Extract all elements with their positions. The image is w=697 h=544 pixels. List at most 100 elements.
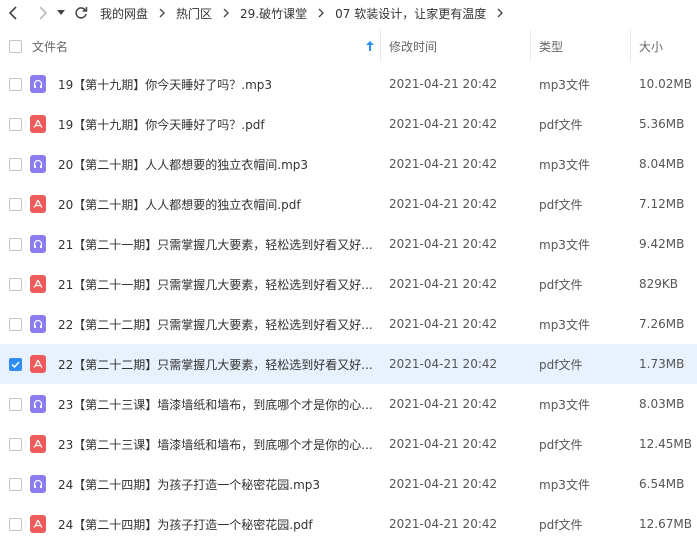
file-name-cell: 19【第十九期】你今天睡好了吗？.mp3 [30, 64, 380, 104]
file-row[interactable]: 24【第二十四期】为孩子打造一个秘密花园.mp3 2021-04-21 20:42… [0, 464, 697, 504]
select-all-checkbox[interactable] [8, 39, 22, 53]
column-header-time[interactable]: 修改时间 [380, 30, 530, 62]
pdf-file-icon [30, 515, 46, 533]
audio-file-icon [30, 235, 46, 253]
file-name[interactable]: 22【第二十二期】只需掌握几大要素，轻松选到好看又好... [58, 356, 373, 373]
breadcrumb-item[interactable]: 热门区 [174, 5, 214, 22]
pdf-file-icon [30, 115, 46, 133]
file-name-cell: 23【第二十三课】墙漆墙纸和墙布，到底哪个才是你的心... [30, 424, 380, 464]
file-name[interactable]: 21【第二十一期】只需掌握几大要素，轻松选到好看又好... [58, 236, 373, 253]
breadcrumb-item[interactable]: 29.破竹课堂 [238, 5, 309, 22]
pdf-file-icon [30, 195, 46, 213]
file-modified-time: 2021-04-21 20:42 [389, 197, 498, 211]
file-modified-time: 2021-04-21 20:42 [389, 77, 498, 91]
file-type: pdf文件 [539, 277, 583, 292]
file-row[interactable]: 19【第十九期】你今天睡好了吗？.pdf 2021-04-21 20:42 pdf文… [0, 104, 697, 144]
row-checkbox[interactable] [8, 197, 22, 211]
pdf-file-icon [30, 435, 46, 453]
back-button[interactable] [2, 2, 24, 24]
file-name-cell: 22【第二十二期】只需掌握几大要素，轻松选到好看又好... [30, 344, 380, 384]
file-row[interactable]: 23【第二十三课】墙漆墙纸和墙布，到底哪个才是你的心... 2021-04-21 … [0, 424, 697, 464]
file-name[interactable]: 21【第二十一期】只需掌握几大要素，轻松选到好看又好... [58, 276, 373, 293]
audio-file-icon [30, 75, 46, 93]
forward-button[interactable] [32, 2, 54, 24]
file-size: 6.54MB [639, 477, 685, 491]
column-header-type[interactable]: 类型 [530, 30, 630, 62]
file-modified-time: 2021-04-21 20:42 [389, 477, 498, 491]
file-type: mp3文件 [539, 397, 590, 412]
file-type: mp3文件 [539, 77, 590, 92]
row-checkbox-cell [0, 277, 30, 291]
file-name[interactable]: 19【第十九期】你今天睡好了吗？.pdf [58, 116, 265, 133]
file-row[interactable]: 20【第二十期】人人都想要的独立衣帽间.pdf 2021-04-21 20:42 p… [0, 184, 697, 224]
file-row[interactable]: 22【第二十二期】只需掌握几大要素，轻松选到好看又好... 2021-04-21 … [0, 344, 697, 384]
row-checkbox[interactable] [8, 117, 22, 131]
file-modified-time: 2021-04-21 20:42 [389, 117, 498, 131]
file-modified-time: 2021-04-21 20:42 [389, 157, 498, 171]
column-header-name[interactable]: 文件名 [30, 30, 380, 62]
file-name[interactable]: 24【第二十四期】为孩子打造一个秘密花园.pdf [58, 516, 313, 533]
file-row[interactable]: 23【第二十三课】墙漆墙纸和墙布，到底哪个才是你的心... 2021-04-21 … [0, 384, 697, 424]
row-checkbox-cell [0, 477, 30, 491]
audio-file-icon [30, 475, 46, 493]
row-checkbox-cell [0, 357, 30, 371]
row-checkbox[interactable] [8, 477, 22, 491]
file-size: 12.45MB [639, 437, 692, 451]
chevron-right-icon [223, 8, 229, 18]
chevron-right-icon [497, 8, 504, 18]
refresh-icon [75, 7, 88, 19]
file-modified-time: 2021-04-21 20:42 [389, 517, 498, 531]
file-name-cell: 24【第二十四期】为孩子打造一个秘密花园.pdf [30, 504, 380, 544]
file-name[interactable]: 20【第二十期】人人都想要的独立衣帽间.mp3 [58, 156, 308, 173]
audio-file-icon [30, 395, 46, 413]
file-row[interactable]: 24【第二十四期】为孩子打造一个秘密花园.pdf 2021-04-21 20:42… [0, 504, 697, 544]
file-row[interactable]: 22【第二十二期】只需掌握几大要素，轻松选到好看又好... 2021-04-21 … [0, 304, 697, 344]
table-header: 文件名 修改时间 类型 大小 [0, 30, 697, 62]
row-checkbox[interactable] [8, 157, 22, 171]
file-row[interactable]: 21【第二十一期】只需掌握几大要素，轻松选到好看又好... 2021-04-21 … [0, 224, 697, 264]
file-name[interactable]: 20【第二十期】人人都想要的独立衣帽间.pdf [58, 196, 301, 213]
file-modified-time: 2021-04-21 20:42 [389, 237, 498, 251]
row-checkbox[interactable] [8, 437, 22, 451]
column-header-size[interactable]: 大小 [630, 30, 697, 62]
pdf-file-icon [30, 355, 46, 373]
file-name[interactable]: 19【第十九期】你今天睡好了吗？.mp3 [58, 76, 272, 93]
select-all-cell [0, 39, 30, 53]
row-checkbox-cell [0, 117, 30, 131]
row-checkbox[interactable] [8, 357, 22, 371]
file-row[interactable]: 20【第二十期】人人都想要的独立衣帽间.mp3 2021-04-21 20:42 m… [0, 144, 697, 184]
file-row[interactable]: 21【第二十一期】只需掌握几大要素，轻松选到好看又好... 2021-04-21 … [0, 264, 697, 304]
refresh-button[interactable] [70, 2, 92, 24]
row-checkbox[interactable] [8, 77, 22, 91]
row-checkbox-cell [0, 237, 30, 251]
file-type: mp3文件 [539, 317, 590, 332]
file-modified-time: 2021-04-21 20:42 [389, 397, 498, 411]
file-name[interactable]: 23【第二十三课】墙漆墙纸和墙布，到底哪个才是你的心... [58, 396, 373, 413]
file-size: 8.03MB [639, 397, 685, 411]
row-checkbox[interactable] [8, 237, 22, 251]
file-name-cell: 21【第二十一期】只需掌握几大要素，轻松选到好看又好... [30, 264, 380, 304]
breadcrumb: 我的网盘 热门区 29.破竹课堂 07 软装设计，让家更有温度 [98, 5, 512, 22]
chevron-right-icon [318, 8, 325, 18]
navigation-bar: 我的网盘 热门区 29.破竹课堂 07 软装设计，让家更有温度 [0, 0, 697, 26]
chevron-right-icon [39, 6, 48, 20]
file-name[interactable]: 24【第二十四期】为孩子打造一个秘密花园.mp3 [58, 476, 320, 493]
row-checkbox[interactable] [8, 517, 22, 531]
breadcrumb-item[interactable]: 我的网盘 [98, 5, 150, 22]
file-size: 10.02MB [639, 77, 692, 91]
row-checkbox[interactable] [8, 317, 22, 331]
row-checkbox[interactable] [8, 277, 22, 291]
row-checkbox-cell [0, 157, 30, 171]
file-list: 19【第十九期】你今天睡好了吗？.mp3 2021-04-21 20:42 mp3文… [0, 64, 697, 544]
file-name[interactable]: 22【第二十二期】只需掌握几大要素，轻松选到好看又好... [58, 316, 373, 333]
file-name-cell: 20【第二十期】人人都想要的独立衣帽间.pdf [30, 184, 380, 224]
breadcrumb-item[interactable]: 07 软装设计，让家更有温度 [333, 5, 488, 22]
row-checkbox-cell [0, 397, 30, 411]
history-dropdown-button[interactable] [54, 2, 68, 24]
file-modified-time: 2021-04-21 20:42 [389, 277, 498, 291]
file-row[interactable]: 19【第十九期】你今天睡好了吗？.mp3 2021-04-21 20:42 mp3文… [0, 64, 697, 104]
file-size: 8.04MB [639, 157, 685, 171]
file-name[interactable]: 23【第二十三课】墙漆墙纸和墙布，到底哪个才是你的心... [58, 436, 373, 453]
row-checkbox[interactable] [8, 397, 22, 411]
chevron-right-icon [159, 8, 165, 18]
